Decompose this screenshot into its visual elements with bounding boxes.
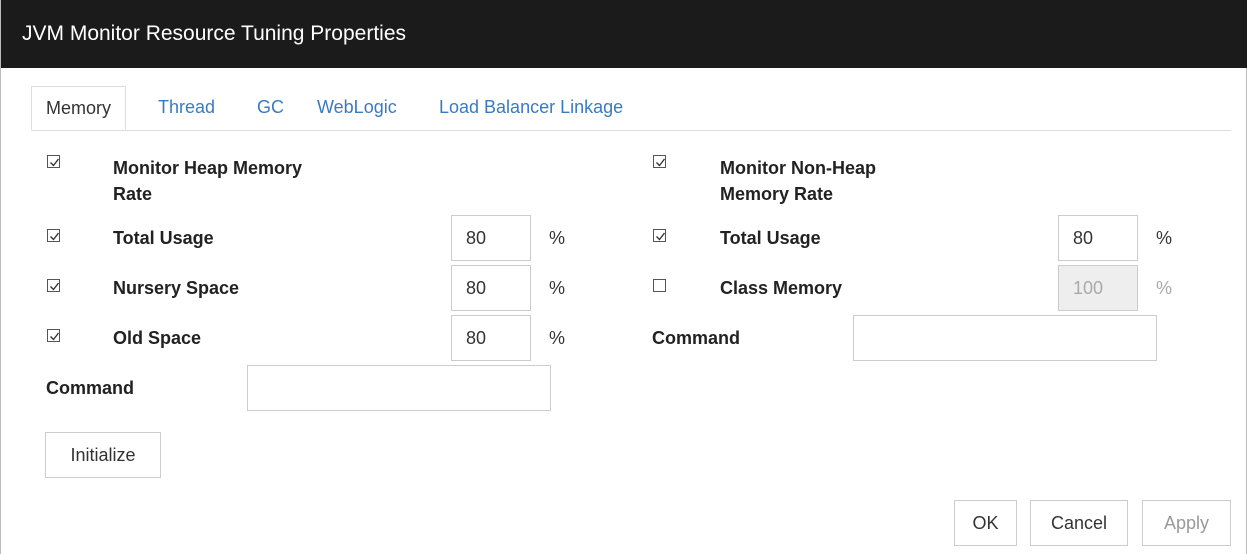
heap-total-usage-checkbox[interactable]: [47, 229, 60, 242]
heap-nursery-space-checkbox[interactable]: [47, 279, 60, 292]
monitor-nonheap-label: Monitor Non-Heap Memory Rate: [720, 155, 876, 207]
heap-nursery-space-label: Nursery Space: [113, 278, 240, 298]
nonheap-total-usage-label: Total Usage: [720, 228, 821, 248]
tuning-properties-dialog: JVM Monitor Resource Tuning Properties M…: [0, 0, 1247, 554]
cancel-button[interactable]: Cancel: [1030, 500, 1128, 546]
check-icon: [656, 232, 666, 241]
monitor-nonheap-label-line1: Monitor Non-Heap: [720, 158, 876, 178]
tab-bar: Memory Thread GC WebLogic Load Balancer …: [31, 86, 1231, 131]
heap-nursery-space-unit: %: [549, 278, 566, 298]
heap-command-input[interactable]: [247, 365, 551, 411]
check-icon: [50, 332, 60, 341]
check-icon: [50, 232, 60, 241]
heap-total-usage-label: Total Usage: [113, 228, 214, 248]
heap-old-space-input[interactable]: [451, 315, 531, 361]
dialog-title: JVM Monitor Resource Tuning Properties: [1, 0, 1247, 68]
ok-button[interactable]: OK: [954, 500, 1017, 546]
heap-total-usage-input[interactable]: [451, 215, 531, 261]
tab-weblogic[interactable]: WebLogic: [317, 86, 397, 129]
heap-old-space-unit: %: [549, 328, 566, 348]
monitor-nonheap-checkbox[interactable]: [653, 155, 666, 168]
tab-thread[interactable]: Thread: [158, 86, 215, 129]
nonheap-command-input[interactable]: [853, 315, 1157, 361]
apply-button[interactable]: Apply: [1142, 500, 1231, 546]
heap-command-label: Command: [46, 378, 135, 398]
tab-gc[interactable]: GC: [257, 86, 284, 129]
monitor-heap-checkbox[interactable]: [47, 155, 60, 168]
class-memory-checkbox[interactable]: [653, 279, 666, 292]
heap-nursery-space-input[interactable]: [451, 265, 531, 311]
initialize-button[interactable]: Initialize: [45, 432, 161, 478]
check-icon: [656, 158, 666, 167]
monitor-heap-label-line2: Rate: [113, 184, 153, 204]
monitor-nonheap-label-line2: Memory Rate: [720, 184, 834, 204]
nonheap-command-label: Command: [652, 328, 741, 348]
nonheap-total-usage-input[interactable]: [1058, 215, 1138, 261]
class-memory-label: Class Memory: [720, 278, 843, 298]
check-icon: [50, 282, 60, 291]
class-memory-input: [1058, 265, 1138, 311]
class-memory-unit: %: [1156, 278, 1173, 298]
tab-memory[interactable]: Memory: [31, 86, 127, 130]
check-icon: [50, 158, 60, 167]
nonheap-total-usage-checkbox[interactable]: [653, 229, 666, 242]
heap-total-usage-unit: %: [549, 228, 566, 248]
heap-old-space-label: Old Space: [113, 328, 202, 348]
monitor-heap-label: Monitor Heap Memory Rate: [113, 155, 302, 207]
tab-load-balancer-linkage[interactable]: Load Balancer Linkage: [439, 86, 623, 129]
monitor-heap-label-line1: Monitor Heap Memory: [113, 158, 303, 178]
heap-old-space-checkbox[interactable]: [47, 329, 60, 342]
nonheap-total-usage-unit: %: [1156, 228, 1173, 248]
